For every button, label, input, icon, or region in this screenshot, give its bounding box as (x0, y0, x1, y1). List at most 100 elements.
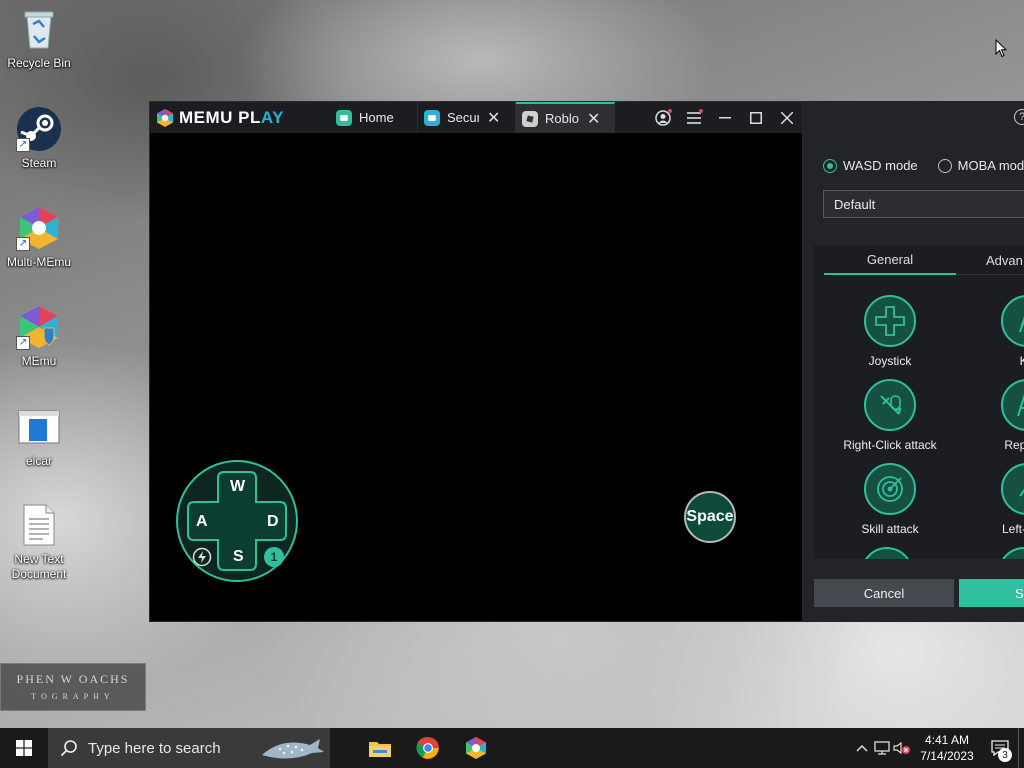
tool-joystick[interactable]: Joystick (835, 295, 945, 368)
desktop-icon-label: eicar (25, 454, 52, 468)
memu-icon: ↗ (16, 304, 62, 350)
menu-icon[interactable] (678, 102, 709, 133)
notification-dot (668, 109, 672, 113)
tab-security[interactable]: Securi ✕ (418, 102, 516, 133)
taskbar-clock[interactable]: 4:41 AM 7/14/2023 (912, 732, 982, 764)
memu-titlebar[interactable]: MEMU PLAY Home Securi ✕ Roblox ✕ (150, 102, 802, 133)
notification-dot (699, 109, 703, 113)
desktop-icon-steam[interactable]: ↗ Steam (1, 106, 77, 171)
tool-left-click[interactable]: Left-Click (972, 463, 1024, 536)
desktop-icon-label: Recycle Bin (7, 56, 71, 70)
chevron-up-icon[interactable] (852, 728, 872, 768)
roblox-tab-icon (522, 110, 538, 127)
memu-icon (466, 737, 486, 759)
tab-label: Advan (986, 252, 1023, 268)
tab-close-icon[interactable]: ✕ (587, 109, 600, 129)
tools-container: General Advan Joystick Ke Right-Click at… (814, 245, 1024, 559)
recycle-bin-icon (16, 6, 62, 52)
help-label: ? (1019, 111, 1024, 123)
desktop-icon-new-text-document[interactable]: New Text Document (1, 502, 77, 582)
shortcut-arrow-icon: ↗ (16, 336, 30, 350)
system-tray: 4:41 AM 7/14/2023 3 (852, 728, 1024, 768)
maximize-icon[interactable] (740, 102, 771, 133)
preset-value: Default (834, 197, 876, 212)
joystick-icon (864, 295, 916, 347)
tab-label: General (866, 251, 914, 267)
account-icon[interactable] (647, 102, 678, 133)
save-button[interactable]: Sa (959, 579, 1024, 607)
executable-icon (16, 404, 62, 450)
notification-count-badge: 3 (998, 748, 1012, 762)
memu-logo-icon (157, 108, 173, 127)
radio-selected-icon (823, 158, 837, 173)
desktop-icon-multi-memu[interactable]: ↗ Multi-MEmu (1, 205, 77, 270)
mouse-cursor-icon (995, 39, 1007, 58)
desktop-icon-recycle-bin[interactable]: Recycle Bin (1, 6, 77, 71)
watermark-line-1: PHEN W OACHS (16, 672, 130, 686)
cancel-button[interactable]: Cancel (814, 579, 954, 607)
help-icon[interactable]: ? (1014, 109, 1024, 125)
watermark-line-2: TOGRAPHY (31, 692, 115, 701)
tool-next-row-partial (861, 547, 913, 559)
tool-label: Left-Click (1001, 522, 1024, 536)
tool-skill-attack[interactable]: Skill attack (835, 463, 945, 536)
shortcut-arrow-icon: ↗ (16, 237, 30, 251)
taskbar-chrome[interactable] (404, 728, 452, 768)
search-placeholder: Type here to search (88, 739, 221, 757)
cancel-label: Cancel (863, 585, 905, 601)
search-icon (60, 740, 77, 757)
skill-attack-icon (864, 463, 916, 515)
windows-taskbar: Type here to search 4:41 AM 7/14/2023 3 (0, 728, 1024, 768)
desktop-icon-label: New Text Document (11, 552, 67, 581)
tab-label: Roblox (545, 111, 579, 126)
photographer-watermark: PHEN W OACHS TOGRAPHY (0, 663, 146, 711)
tab-roblox[interactable]: Roblox ✕ (516, 102, 615, 133)
memu-window: MEMU PLAY Home Securi ✕ Roblox ✕ W (149, 101, 803, 622)
tab-label: Securi (447, 110, 479, 125)
show-desktop-button[interactable] (1018, 728, 1024, 768)
desktop-icon-label: Steam (21, 156, 57, 170)
left-click-icon (1001, 463, 1024, 515)
start-button[interactable] (0, 728, 48, 768)
mode-label: MOBA mode (957, 158, 1024, 173)
network-icon[interactable] (872, 728, 892, 768)
multi-memu-icon: ↗ (16, 205, 62, 251)
space-key-button[interactable]: Space (684, 491, 736, 543)
brand-main: MEMU PL (179, 107, 261, 127)
taskbar-search-box[interactable]: Type here to search (48, 728, 330, 768)
text-file-icon (16, 502, 62, 548)
tab-close-icon[interactable]: ✕ (487, 108, 500, 128)
memu-brand-text: MEMU PLAY (179, 108, 284, 128)
taskbar-memu[interactable] (452, 728, 500, 768)
desktop-icon-memu[interactable]: ↗ MEmu (1, 304, 77, 369)
taskbar-file-explorer[interactable] (356, 728, 404, 768)
moba-mode-radio[interactable]: MOBA mode (937, 158, 1024, 173)
right-click-attack-icon (864, 379, 916, 431)
dpad-key-left: A (196, 513, 208, 530)
tool-key[interactable]: Ke (972, 295, 1024, 368)
window-controls (647, 102, 802, 133)
tool-next-row-partial (998, 547, 1024, 559)
tool-label: Skill attack (861, 522, 919, 536)
radio-unselected-icon (937, 158, 952, 173)
dpad-badge: 1 (264, 547, 284, 567)
tab-home[interactable]: Home (330, 102, 418, 133)
wasd-dpad[interactable]: W A D S 1 (176, 460, 298, 582)
keymapping-panel: ? WASD mode MOBA mode Default General Ad… (803, 101, 1024, 622)
desktop-icon-label: Multi-MEmu (6, 255, 71, 269)
dpad-badge-text: 1 (270, 550, 278, 564)
wasd-mode-radio[interactable]: WASD mode (823, 158, 918, 173)
tool-repeated[interactable]: Repeate (972, 379, 1024, 452)
minimize-icon[interactable] (709, 102, 740, 133)
tool-right-click-attack[interactable]: Right-Click attack (835, 379, 945, 452)
lightning-icon[interactable] (192, 547, 212, 567)
tab-advanced[interactable]: Advan (956, 245, 1024, 275)
action-center-button[interactable]: 3 (982, 728, 1018, 768)
chrome-icon (416, 736, 439, 759)
volume-muted-icon[interactable] (892, 728, 912, 768)
dpad-key-up: W (230, 478, 246, 495)
desktop-icon-eicar[interactable]: eicar (1, 404, 77, 469)
tab-general[interactable]: General (824, 245, 956, 275)
preset-dropdown[interactable]: Default (823, 190, 1024, 218)
close-icon[interactable] (771, 102, 802, 133)
